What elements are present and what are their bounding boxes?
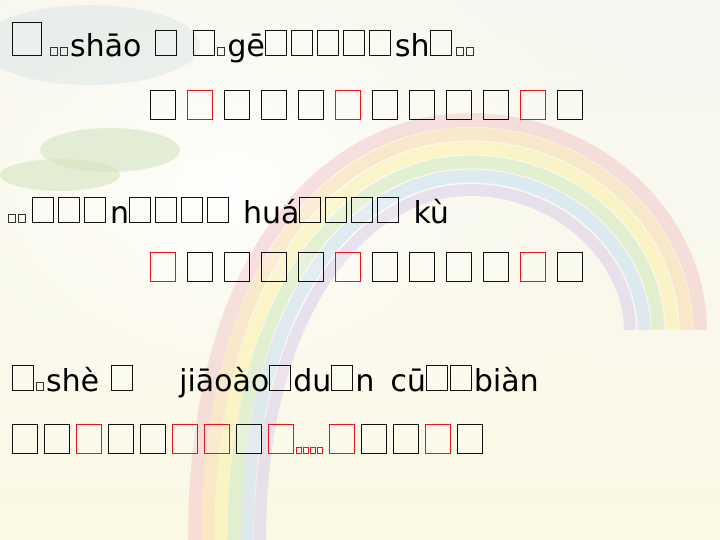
glyph-box: [483, 252, 509, 282]
glyph-box: [150, 90, 176, 120]
glyph-box: [377, 197, 400, 223]
pinyin-du: du: [293, 364, 332, 399]
glyph-box: [290, 30, 313, 56]
glyph-box: [465, 47, 474, 56]
pinyin-cu: cū: [390, 364, 426, 399]
glyph-box: [483, 90, 509, 120]
glyph-box: [299, 197, 322, 223]
glyph-box: [12, 424, 38, 454]
glyph-box: [298, 90, 324, 120]
glyph-box-highlighted: [520, 90, 546, 120]
glyph-box: [50, 47, 58, 56]
glyph-box-highlighted: [335, 90, 361, 120]
glyph-box: [181, 197, 204, 223]
glyph-box-highlighted: [76, 424, 102, 454]
glyph-box-highlighted: [268, 424, 294, 454]
glyph-box: [325, 197, 348, 223]
glyph-box: [207, 197, 230, 223]
glyph-box: [236, 424, 262, 454]
line-2-characters: [150, 90, 594, 120]
glyph-box: [224, 90, 250, 120]
line-1: shāo gē sh: [12, 22, 476, 65]
glyph-box: [60, 47, 68, 56]
glyph-box: [224, 252, 250, 282]
glyph-box: [393, 424, 419, 454]
glyph-box: [193, 30, 216, 56]
glyph-box: [446, 90, 472, 120]
glyph-box: [446, 252, 472, 282]
glyph-box: [12, 22, 42, 56]
glyph-box: [316, 30, 339, 56]
glyph-box: [58, 197, 80, 223]
glyph-box: [155, 197, 178, 223]
glyph-box: [361, 424, 387, 454]
glyph-box: [409, 90, 435, 120]
glyph-box: [298, 252, 324, 282]
glyph-box: [457, 424, 483, 454]
glyph-box: [372, 252, 398, 282]
glyph-box-highlighted: [150, 252, 176, 282]
glyph-box: [129, 197, 152, 223]
glyph-box: [557, 90, 583, 120]
glyph-box-highlighted: [329, 424, 355, 454]
glyph-box: [36, 382, 44, 391]
slide: shāo gē sh n huá kù shè jiāoào du n cū bi: [0, 0, 720, 540]
pinyin-ku: kù: [413, 196, 449, 231]
pinyin-n: n: [110, 196, 130, 231]
glyph-box: [342, 30, 365, 56]
pinyin-shao: shāo: [70, 29, 142, 64]
glyph-box: [32, 197, 54, 223]
glyph-box: [84, 197, 106, 223]
glyph-box: [217, 47, 226, 56]
glyph-box: [44, 424, 70, 454]
glyph-box: [269, 365, 292, 391]
pinyin-n: n: [355, 364, 375, 399]
line-3: n huá kù: [8, 196, 449, 232]
glyph-box-highlighted: [310, 447, 316, 454]
pinyin-ge: gē: [227, 29, 265, 64]
line-4-characters: [150, 252, 594, 282]
glyph-box-highlighted: [425, 424, 451, 454]
glyph-box: [372, 90, 398, 120]
line-6-characters: [12, 424, 483, 454]
glyph-box: [557, 252, 583, 282]
glyph-box: [429, 30, 452, 56]
glyph-box: [140, 424, 166, 454]
glyph-box: [261, 252, 287, 282]
glyph-box: [368, 30, 391, 56]
glyph-box: [261, 90, 287, 120]
pinyin-sh: sh: [394, 29, 430, 64]
glyph-box-highlighted: [204, 424, 230, 454]
glyph-box: [409, 252, 435, 282]
pinyin-jiaoao: jiāoào: [179, 364, 270, 399]
glyph-box: [18, 214, 26, 223]
line-5: shè jiāoào du n cū biàn: [12, 364, 539, 400]
glyph-box: [425, 365, 448, 391]
glyph-box: [8, 214, 16, 223]
glyph-box-highlighted: [187, 90, 213, 120]
glyph-box: [108, 424, 134, 454]
glyph-box: [455, 47, 464, 56]
glyph-box: [449, 365, 472, 391]
glyph-box-highlighted: [335, 252, 361, 282]
glyph-box: [351, 197, 374, 223]
glyph-box-highlighted: [296, 447, 302, 454]
glyph-box: [111, 365, 134, 391]
glyph-box: [155, 30, 178, 56]
glyph-box-highlighted: [172, 424, 198, 454]
glyph-box-highlighted: [520, 252, 546, 282]
glyph-box: [264, 30, 287, 56]
pinyin-she: shè: [46, 364, 100, 399]
glyph-box: [187, 252, 213, 282]
glyph-box-highlighted: [303, 447, 309, 454]
glyph-box: [331, 365, 354, 391]
pinyin-bian: biàn: [473, 364, 539, 399]
pinyin-hua: huá: [243, 196, 300, 231]
glyph-box-highlighted: [317, 447, 323, 454]
glyph-box: [12, 365, 34, 391]
